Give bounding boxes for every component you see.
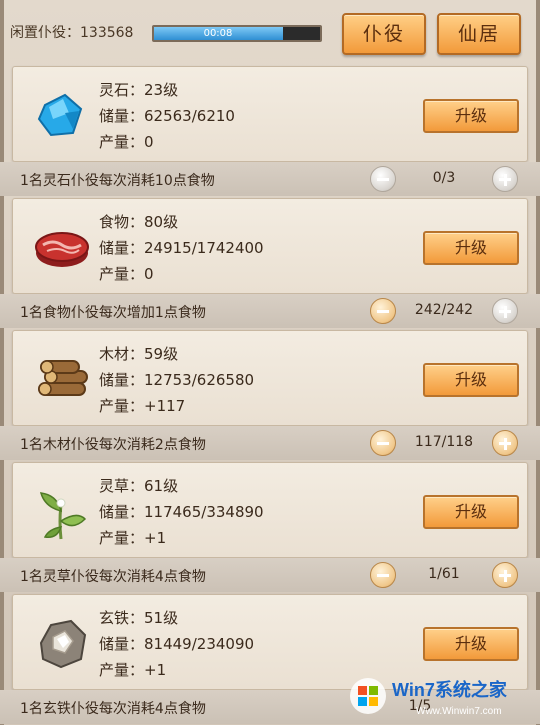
resource-card-food: 食物：80级 储量：24915/1742400 产量：0 升级 — [12, 198, 528, 294]
herb-icon — [39, 492, 87, 540]
resource-card-herb: 灵草：61级 储量：117465/334890 产量：+1 升级 — [12, 462, 528, 558]
resource-list: 灵石：23级 储量：62563/6210 产量：0 升级 1名灵石仆役每次消耗1… — [0, 66, 540, 725]
decrease-servant-button[interactable] — [370, 562, 396, 588]
decrease-servant-button[interactable] — [370, 430, 396, 456]
servant-cost-text: 1名灵石仆役每次消耗10点食物 — [20, 173, 215, 189]
servant-cost-row-spirit-stone: 1名灵石仆役每次消耗10点食物 0/3 — [0, 162, 540, 196]
resource-level: 木材：59级 — [99, 345, 179, 363]
resource-level: 食物：80级 — [99, 213, 179, 231]
servant-cost-row-wood: 1名木材仆役每次消耗2点食物 117/118 — [0, 426, 540, 460]
servant-count: 242/242 — [414, 302, 474, 318]
resource-output: 产量：0 — [99, 133, 154, 151]
servant-cost-text: 1名食物仆役每次增加1点食物 — [20, 305, 206, 321]
resource-card-wood: 木材：59级 储量：12753/626580 产量：+117 升级 — [12, 330, 528, 426]
increase-servant-button[interactable] — [492, 166, 518, 192]
meat-icon — [35, 232, 89, 267]
black-iron-ore-icon — [39, 619, 87, 669]
top-bar: 闲置仆役：133568 00:08 仆役 仙居 — [0, 0, 540, 62]
increase-servant-button[interactable] — [492, 298, 518, 324]
residence-button[interactable]: 仙居 — [437, 13, 521, 55]
wood-logs-icon — [38, 360, 88, 396]
minus-icon — [377, 310, 389, 313]
upgrade-button-spirit-stone[interactable]: 升级 — [423, 99, 519, 133]
increase-servant-button[interactable] — [492, 562, 518, 588]
timer-text: 00:08 — [203, 28, 233, 39]
watermark-url: Www.Winwin7.com — [416, 706, 502, 717]
servant-count: 0/3 — [432, 170, 456, 186]
resource-storage: 储量：62563/6210 — [99, 107, 235, 125]
servant-button[interactable]: 仆役 — [342, 13, 426, 55]
servant-cost-text: 1名玄铁仆役每次消耗4点食物 — [20, 701, 206, 717]
resource-storage: 储量：117465/334890 — [99, 503, 264, 521]
minus-icon — [377, 442, 389, 445]
upgrade-button-black-iron[interactable]: 升级 — [423, 627, 519, 661]
resource-output: 产量：+1 — [99, 529, 167, 547]
timer-progress-bar: 00:08 — [152, 25, 322, 42]
servant-count: 1/61 — [428, 566, 460, 582]
resource-level: 玄铁：51级 — [99, 609, 179, 627]
decrease-servant-button[interactable] — [370, 166, 396, 192]
servant-cost-text: 1名木材仆役每次消耗2点食物 — [20, 437, 206, 453]
resource-output: 产量：+1 — [99, 661, 167, 679]
upgrade-button-wood[interactable]: 升级 — [423, 363, 519, 397]
upgrade-button-food[interactable]: 升级 — [423, 231, 519, 265]
resource-output: 产量：+117 — [99, 397, 186, 415]
servant-cost-row-food: 1名食物仆役每次增加1点食物 242/242 — [0, 294, 540, 328]
blue-crystal-icon — [37, 93, 83, 137]
servant-count: 117/118 — [414, 434, 474, 450]
servant-cost-text: 1名灵草仆役每次消耗4点食物 — [20, 569, 206, 585]
watermark-title: Win7系统之家 — [392, 679, 508, 700]
resource-output: 产量：0 — [99, 265, 154, 283]
resource-storage: 储量：81449/234090 — [99, 635, 255, 653]
resource-level: 灵草：61级 — [99, 477, 179, 495]
site-watermark: Win7系统之家 Www.Winwin7.com — [350, 678, 508, 717]
upgrade-button-herb[interactable]: 升级 — [423, 495, 519, 529]
resource-level: 灵石：23级 — [99, 81, 179, 99]
minus-icon — [377, 178, 389, 181]
increase-servant-button[interactable] — [492, 430, 518, 456]
idle-servants-label: 闲置仆役：133568 — [10, 25, 134, 41]
decrease-servant-button[interactable] — [370, 298, 396, 324]
minus-icon — [377, 574, 389, 577]
resource-storage: 储量：12753/626580 — [99, 371, 255, 389]
resource-card-spirit-stone: 灵石：23级 储量：62563/6210 产量：0 升级 — [12, 66, 528, 162]
servant-cost-row-herb: 1名灵草仆役每次消耗4点食物 1/61 — [0, 558, 540, 592]
resource-storage: 储量：24915/1742400 — [99, 239, 264, 257]
